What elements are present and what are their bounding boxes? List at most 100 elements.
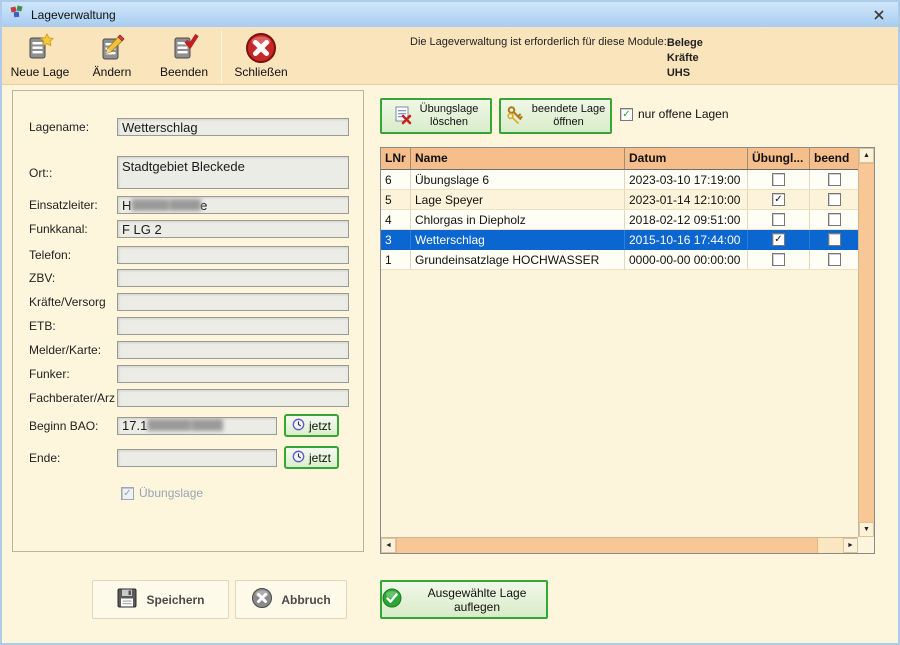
- end-check-document-icon: [168, 31, 200, 65]
- table-row[interactable]: 5 Lage Speyer 2023-01-14 12:10:00 ✓: [381, 190, 858, 210]
- uebung-checkbox[interactable]: ✓: [772, 233, 785, 246]
- cancel-circle-icon: [251, 587, 273, 612]
- funkkanal-label: Funkkanal:: [29, 222, 117, 236]
- redacted-text: ██████ █████: [131, 200, 200, 211]
- schliessen-label: Schließen: [234, 65, 287, 79]
- close-icon[interactable]: [868, 6, 890, 24]
- green-check-circle-icon: [382, 588, 402, 611]
- ende-jetzt-button[interactable]: jetzt: [284, 446, 339, 469]
- aendern-button[interactable]: Ändern: [76, 30, 148, 79]
- ort-input[interactable]: Stadtgebiet Bleckede: [117, 156, 349, 189]
- abbruch-label: Abbruch: [281, 593, 330, 607]
- module-info: Die Lageverwaltung ist erforderlich für …: [410, 36, 703, 81]
- abbruch-button[interactable]: Abbruch: [235, 580, 347, 619]
- uebung-checkbox[interactable]: [772, 253, 785, 266]
- col-datum[interactable]: Datum: [625, 148, 748, 169]
- col-lnr[interactable]: LNr: [381, 148, 411, 169]
- uebungslage-loeschen-button[interactable]: Übungslage löschen: [380, 98, 492, 134]
- schliessen-button[interactable]: Schließen: [225, 30, 297, 79]
- beginn-bao-input[interactable]: 17.1███████ █████: [117, 417, 277, 435]
- edit-pencil-icon: [96, 31, 128, 65]
- ausgewaehlte-lage-auflegen-button[interactable]: Ausgewählte Lage auflegen: [380, 580, 548, 619]
- lagename-label: Lagename:: [29, 120, 117, 134]
- nur-offene-lagen-label: nur offene Lagen: [638, 107, 729, 121]
- etb-label: ETB:: [29, 319, 117, 333]
- new-document-star-icon: [24, 31, 56, 65]
- einsatzleiter-input[interactable]: H██████ █████e: [117, 196, 349, 214]
- uebung-checkbox[interactable]: [772, 173, 785, 186]
- horizontal-scrollbar-track[interactable]: [818, 538, 843, 553]
- window-title: Lageverwaltung: [31, 8, 116, 22]
- form-row-lagename: Lagename: Wetterschlag: [29, 118, 349, 136]
- fachberater-input[interactable]: [117, 389, 349, 407]
- form-row-zbv: ZBV:: [29, 269, 349, 287]
- funker-input[interactable]: [117, 365, 349, 383]
- funkkanal-input[interactable]: F LG 2: [117, 220, 349, 238]
- neue-lage-button[interactable]: Neue Lage: [4, 30, 76, 79]
- beendete-lage-oeffnen-label: beendete Lage öffnen: [532, 103, 605, 129]
- module-info-label: Die Lageverwaltung ist erforderlich für …: [410, 36, 667, 81]
- lagename-input[interactable]: Wetterschlag: [117, 118, 349, 136]
- vertical-scrollbar[interactable]: ▲ ▼: [858, 148, 874, 537]
- melder-karte-input[interactable]: [117, 341, 349, 359]
- form-row-funker: Funker:: [29, 365, 349, 383]
- table-row[interactable]: 1 Grundeinsatzlage HOCHWASSER 0000-00-00…: [381, 250, 858, 270]
- module-belege: Belege: [667, 36, 703, 51]
- scroll-up-icon[interactable]: ▲: [859, 148, 874, 163]
- ende-input[interactable]: [117, 449, 277, 467]
- uebung-checkbox[interactable]: ✓: [772, 193, 785, 206]
- beendet-checkbox[interactable]: [828, 233, 841, 246]
- form-row-beginn-bao: Beginn BAO: 17.1███████ █████ jetzt: [29, 414, 349, 437]
- table-row[interactable]: 4 Chlorgas in Diepholz 2018-02-12 09:51:…: [381, 210, 858, 230]
- telefon-label: Telefon:: [29, 248, 117, 262]
- beendet-checkbox[interactable]: [828, 253, 841, 266]
- scroll-left-icon[interactable]: ◄: [381, 538, 396, 553]
- col-beendet[interactable]: beend: [810, 148, 858, 169]
- vertical-scrollbar-thumb[interactable]: [859, 163, 874, 522]
- col-uebung[interactable]: Übungl...: [748, 148, 810, 169]
- ort-label: Ort::: [29, 166, 117, 180]
- uebungslage-checkbox-label: Übungslage: [139, 486, 203, 500]
- beendet-checkbox[interactable]: [828, 193, 841, 206]
- beendete-lage-oeffnen-button[interactable]: beendete Lage öffnen: [499, 98, 612, 134]
- scroll-right-icon[interactable]: ►: [843, 538, 858, 553]
- uebung-checkbox[interactable]: [772, 213, 785, 226]
- nur-offene-lagen-checkbox[interactable]: ✓: [620, 108, 633, 121]
- close-red-circle-icon: [244, 31, 278, 65]
- melder-karte-label: Melder/Karte:: [29, 343, 117, 357]
- beenden-label: Beenden: [160, 65, 208, 79]
- horizontal-scrollbar-thumb[interactable]: [396, 538, 818, 553]
- app-icon: [10, 5, 24, 24]
- beendet-checkbox[interactable]: [828, 213, 841, 226]
- titlebar[interactable]: Lageverwaltung: [2, 2, 898, 27]
- clock-icon: [292, 418, 305, 434]
- col-name[interactable]: Name: [411, 148, 625, 169]
- form-row-ende: Ende: jetzt: [29, 446, 349, 469]
- toolbar: Neue Lage Ändern: [2, 27, 898, 85]
- speichern-button[interactable]: Speichern: [92, 580, 229, 619]
- form-row-telefon: Telefon:: [29, 246, 349, 264]
- scroll-down-icon[interactable]: ▼: [859, 522, 874, 537]
- zbv-input[interactable]: [117, 269, 349, 287]
- floppy-disk-icon: [116, 587, 138, 612]
- form-row-melder-karte: Melder/Karte:: [29, 341, 349, 359]
- uebungslage-checkbox[interactable]: ✓: [121, 487, 134, 500]
- beenden-button[interactable]: Beenden: [148, 30, 220, 79]
- scrollbar-corner: [858, 537, 874, 553]
- horizontal-scrollbar[interactable]: ◄ ►: [381, 537, 858, 553]
- form-row-kraefte-versorg: Kräfte/Versorg: [29, 293, 349, 311]
- beginn-jetzt-button[interactable]: jetzt: [284, 414, 339, 437]
- clock-icon: [292, 450, 305, 466]
- table-row-selected[interactable]: 3 Wetterschlag 2015-10-16 17:44:00 ✓: [381, 230, 858, 250]
- form-row-funkkanal: Funkkanal: F LG 2: [29, 220, 349, 238]
- table-row[interactable]: 6 Übungslage 6 2023-03-10 17:19:00: [381, 170, 858, 190]
- kraefte-versorg-input[interactable]: [117, 293, 349, 311]
- beendet-checkbox[interactable]: [828, 173, 841, 186]
- delete-document-icon: [394, 105, 414, 128]
- telefon-input[interactable]: [117, 246, 349, 264]
- etb-input[interactable]: [117, 317, 349, 335]
- module-kraefte: Kräfte: [667, 51, 703, 66]
- uebungslage-loeschen-label: Übungslage löschen: [420, 103, 479, 129]
- module-uhs: UHS: [667, 66, 703, 81]
- kraefte-versorg-label: Kräfte/Versorg: [29, 295, 117, 309]
